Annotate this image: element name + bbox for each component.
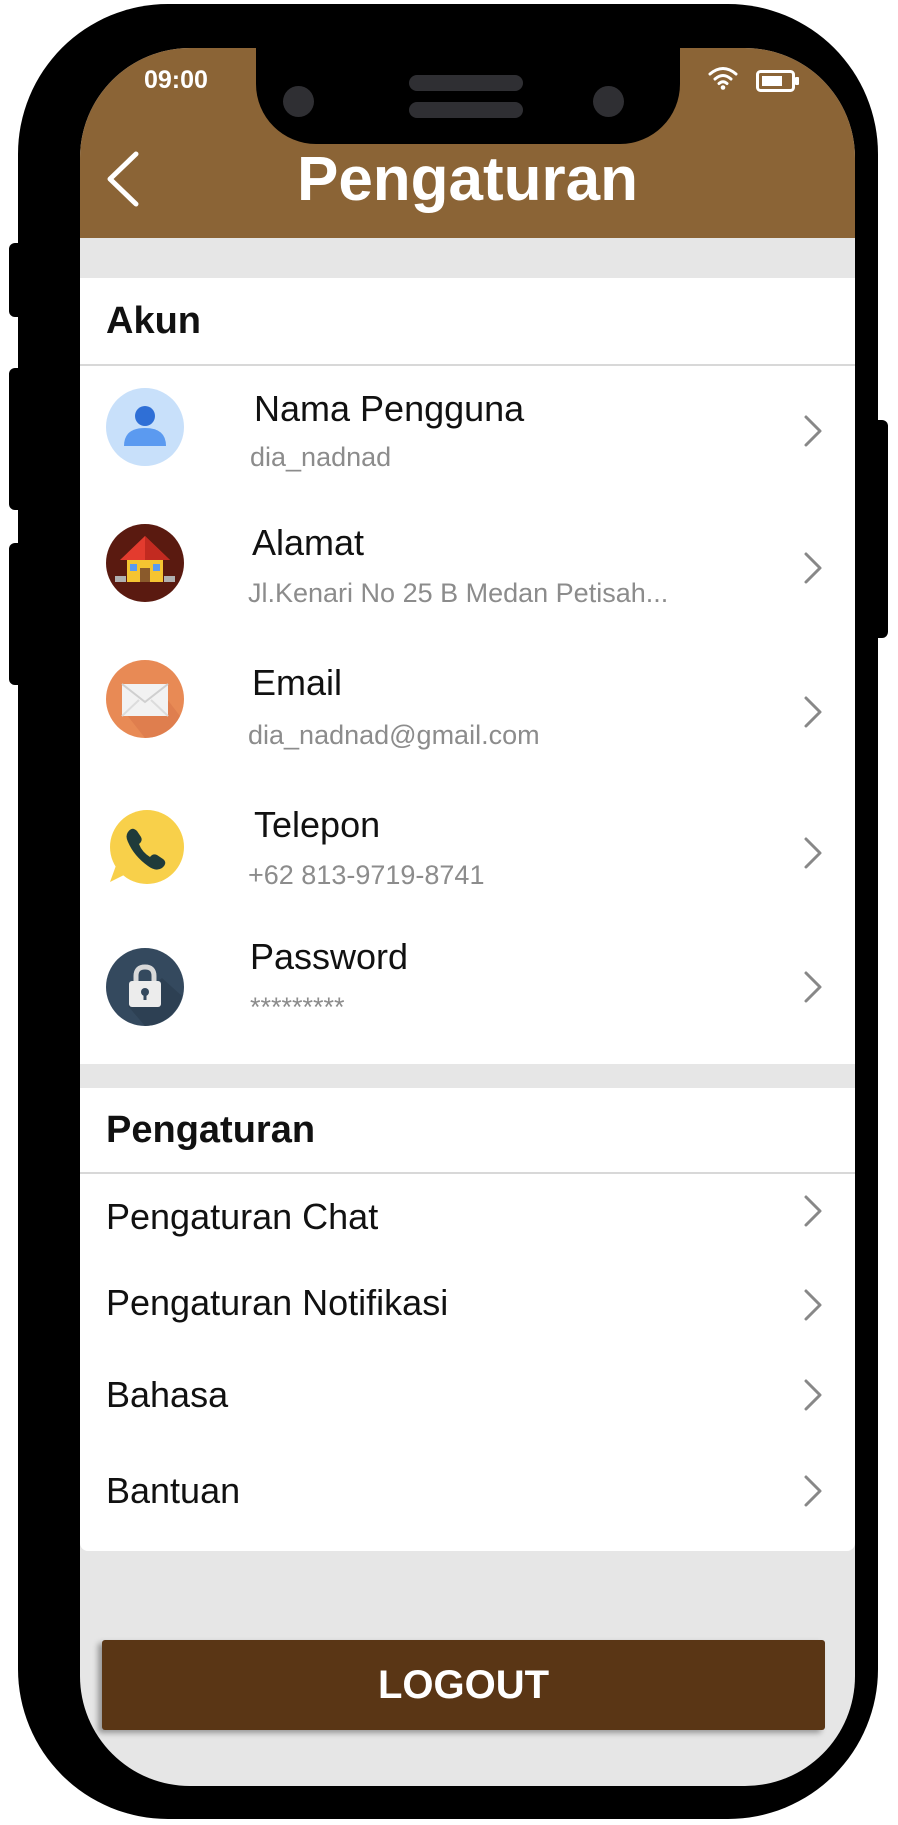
account-item-value: dia_nadnad [250,442,392,472]
sensor [593,86,624,117]
front-camera [283,86,314,117]
settings-section: Pengaturan Pengaturan Chat Pengaturan No… [80,1088,855,1551]
app-header: 09:00 Pengaturan [80,48,855,238]
account-item-title: Email [252,662,343,703]
phone-icon [110,810,184,884]
speaker-grille [409,75,523,91]
settings-item-label: Pengaturan Chat [106,1196,379,1237]
status-time: 09:00 [144,66,208,94]
chevron-right-icon [804,696,822,728]
account-item-username[interactable]: Nama Pengguna dia_nadnad [80,366,855,502]
account-item-title: Nama Pengguna [254,388,525,429]
settings-item-label: Pengaturan Notifikasi [106,1282,449,1323]
account-item-value: +62 813-9719-8741 [248,860,485,890]
phone-frame: 09:00 Pengaturan Akun Nama Pengguna dia_… [18,4,878,1819]
account-item-address[interactable]: Alamat Jl.Kenari No 25 B Medan Petisah..… [80,502,855,638]
settings-item-language[interactable]: Bahasa [80,1354,855,1450]
lock-icon [106,948,184,1026]
account-section: Akun Nama Pengguna dia_nadnad Alamat Jl.… [80,278,855,1064]
chevron-right-icon [804,1195,822,1227]
settings-item-chat[interactable]: Pengaturan Chat [80,1174,855,1262]
page-title: Pengaturan [296,145,639,214]
chevron-right-icon [804,837,822,869]
account-item-email[interactable]: Email dia_nadnad@gmail.com [80,638,855,784]
house-icon [106,524,184,602]
account-item-value: Jl.Kenari No 25 B Medan Petisah... [248,578,669,608]
chevron-right-icon [804,971,822,1003]
battery-icon [756,70,799,92]
settings-item-label: Bantuan [106,1470,241,1511]
speaker-grille [409,102,523,118]
chevron-right-icon [804,1475,822,1507]
settings-item-notifications[interactable]: Pengaturan Notifikasi [80,1262,855,1354]
chevron-right-icon [804,552,822,584]
chevron-right-icon [804,415,822,447]
chevron-right-icon [804,1289,822,1321]
account-item-value: ********* [250,992,345,1022]
account-item-value: dia_nadnad@gmail.com [248,720,540,750]
logout-button[interactable]: LOGOUT [102,1640,825,1730]
settings-section-title: Pengaturan [80,1088,855,1174]
account-item-title: Telepon [254,804,381,845]
settings-item-help[interactable]: Bantuan [80,1450,855,1546]
account-section-title: Akun [80,278,855,366]
account-item-title: Alamat [252,522,365,563]
wifi-icon [708,67,738,90]
account-item-title: Password [250,936,409,977]
notch [256,48,680,144]
chevron-right-icon [804,1379,822,1411]
user-icon [106,388,184,466]
app-screen: 09:00 Pengaturan Akun Nama Pengguna dia_… [80,48,855,1786]
account-item-password[interactable]: Password ********* [80,928,855,1064]
envelope-icon [106,660,184,738]
settings-item-label: Bahasa [106,1374,229,1415]
account-item-phone[interactable]: Telepon +62 813-9719-8741 [80,784,855,928]
